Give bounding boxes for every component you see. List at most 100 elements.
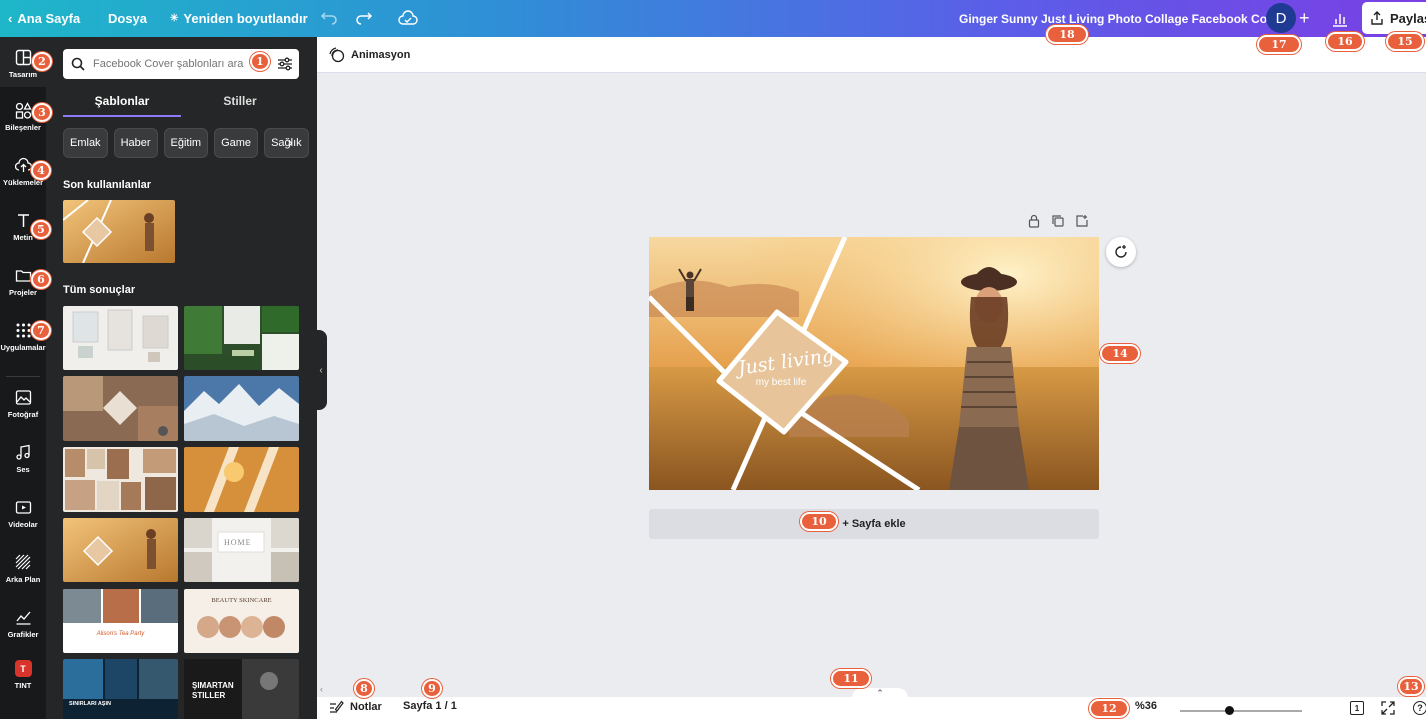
page-indicator[interactable]: Sayfa 1 / 1 <box>403 700 457 712</box>
design-canvas[interactable]: Just living my best life <box>649 237 1099 490</box>
template-thumbnail[interactable]: ŞIMARTAN STILLER <box>184 659 299 719</box>
annotation-badge: 3 <box>32 103 52 122</box>
chips-next-arrow-icon[interactable]: › <box>288 134 293 150</box>
rail-item-background[interactable]: Arka Plan <box>0 554 46 584</box>
notes-pencil-icon <box>330 700 344 713</box>
fullscreen-button[interactable] <box>1381 701 1395 715</box>
template-sinirlari-text: SINIRLARI AŞIN <box>69 701 111 707</box>
notes-button[interactable]: Notlar <box>329 700 382 714</box>
bottom-bar: Notlar Sayfa 1 / 1 %36 1 ? <box>317 697 1426 719</box>
rail-label: Fotoğraf <box>7 410 39 419</box>
annotation-badge: 11 <box>831 669 871 688</box>
template-thumbnail[interactable] <box>184 306 299 370</box>
avatar[interactable]: D <box>1266 3 1296 33</box>
annotation-badge: 15 <box>1386 32 1424 51</box>
template-search-input[interactable] <box>93 58 253 70</box>
template-image <box>63 376 178 441</box>
template-thumbnail[interactable]: SINIRLARI AŞIN <box>63 659 178 719</box>
undo-button[interactable] <box>320 0 338 37</box>
tab-styles[interactable]: Stiller <box>181 89 299 117</box>
pages-icon: 1 <box>1350 701 1364 715</box>
rail-label: Projeler <box>9 288 37 297</box>
page-tools <box>1027 214 1089 228</box>
category-chips: Emlak Haber Eğitim Game Sağlık <box>63 128 309 158</box>
share-button[interactable]: Paylaş <box>1362 2 1426 34</box>
annotation-badge: 2 <box>32 52 52 71</box>
file-menu-button[interactable]: Dosya <box>108 0 147 37</box>
add-page-button[interactable]: + Sayfa ekle <box>649 509 1099 539</box>
invite-add-button[interactable]: + <box>1299 0 1310 37</box>
filter-sliders-icon[interactable] <box>277 57 293 71</box>
chip-education[interactable]: Eğitim <box>163 128 209 158</box>
recent-template-image <box>63 200 175 263</box>
template-thumbnail[interactable]: HOME <box>184 518 299 582</box>
bar-chart-icon <box>1333 13 1347 27</box>
template-image <box>184 306 299 370</box>
chip-news[interactable]: Haber <box>113 128 158 158</box>
rail-label: Metin <box>13 233 33 242</box>
rail-label: TINT <box>14 681 32 690</box>
template-thumbnail[interactable] <box>63 518 178 582</box>
lock-icon[interactable] <box>1027 214 1041 228</box>
rail-item-tint[interactable]: T TINT <box>0 660 46 690</box>
design-tagline-text[interactable]: my best life <box>731 377 831 388</box>
panel-tabs: Şablonlar Stiller <box>63 89 299 117</box>
template-image <box>72 309 169 362</box>
chevron-left-icon: ‹ <box>8 11 13 26</box>
sparkle-icon: ✳ <box>170 13 179 24</box>
top-bar: ‹ Ana Sayfa Dosya ✳ Yeniden boyutlandır … <box>0 0 1426 37</box>
chip-game[interactable]: Game <box>214 128 259 158</box>
template-thumbnail[interactable] <box>184 376 299 441</box>
rail-label: Ses <box>16 465 30 474</box>
rail-item-audio[interactable]: Ses <box>0 444 46 474</box>
animation-button[interactable]: Animasyon <box>329 46 410 63</box>
add-page-icon[interactable] <box>1075 214 1089 228</box>
template-thumbnail[interactable] <box>184 447 299 512</box>
notes-label: Notlar <box>350 701 382 713</box>
panel-collapse-handle[interactable]: ‹ <box>315 330 327 410</box>
scroll-left-arrow-icon[interactable]: ‹ <box>320 684 323 694</box>
chip-real-estate[interactable]: Emlak <box>63 128 108 158</box>
home-button[interactable]: ‹ Ana Sayfa <box>8 0 80 37</box>
duplicate-icon[interactable] <box>1051 214 1065 228</box>
template-thumbnail[interactable] <box>63 376 178 441</box>
add-page-label: + Sayfa ekle <box>842 518 906 530</box>
collage-artwork <box>649 237 1099 490</box>
template-thumbnail[interactable] <box>63 306 178 370</box>
help-button[interactable]: ? <box>1413 701 1426 715</box>
chip-health[interactable]: Sağlık <box>264 128 309 158</box>
video-icon <box>15 501 31 514</box>
refresh-sparkle-icon <box>1115 245 1127 258</box>
rail-item-photos[interactable]: Fotoğraf <box>0 389 46 419</box>
page-grid-button[interactable]: 1 <box>1350 701 1364 715</box>
layout-icon <box>15 49 31 66</box>
search-icon <box>71 57 85 71</box>
rail-item-charts[interactable]: Grafikler <box>0 609 46 639</box>
document-title[interactable]: Ginger Sunny Just Living Photo Collage F… <box>959 0 1285 37</box>
zoom-percentage[interactable]: %36 <box>1135 700 1157 712</box>
template-beauty-text: BEAUTY SKINCARE <box>211 597 272 604</box>
template-thumbnail[interactable]: Alison's Tea Party <box>63 589 178 653</box>
zoom-slider-track[interactable] <box>1180 710 1302 712</box>
rail-item-videos[interactable]: Videolar <box>0 499 46 529</box>
rail-label: Tasarım <box>8 70 38 79</box>
tab-templates[interactable]: Şablonlar <box>63 89 181 117</box>
template-image <box>63 659 178 699</box>
rail-label: Bileşenler <box>5 123 41 132</box>
resize-button[interactable]: ✳ Yeniden boyutlandır <box>170 0 308 37</box>
image-icon <box>15 390 31 405</box>
zoom-slider-handle[interactable] <box>1225 706 1234 715</box>
animation-icon <box>329 46 345 62</box>
cloud-save-button[interactable] <box>398 0 418 37</box>
rail-divider <box>6 376 40 377</box>
help-question-icon: ? <box>1413 701 1426 715</box>
annotation-badge: 9 <box>422 679 442 698</box>
magic-refresh-button[interactable] <box>1106 237 1136 267</box>
annotation-badge: 7 <box>31 321 51 340</box>
tint-app-icon: T <box>14 660 32 677</box>
pattern-icon <box>15 554 30 570</box>
template-thumbnail[interactable] <box>63 447 178 512</box>
recent-template-thumbnail[interactable] <box>63 200 175 263</box>
template-thumbnail[interactable]: BEAUTY SKINCARE <box>184 589 299 653</box>
redo-button[interactable] <box>355 0 373 37</box>
